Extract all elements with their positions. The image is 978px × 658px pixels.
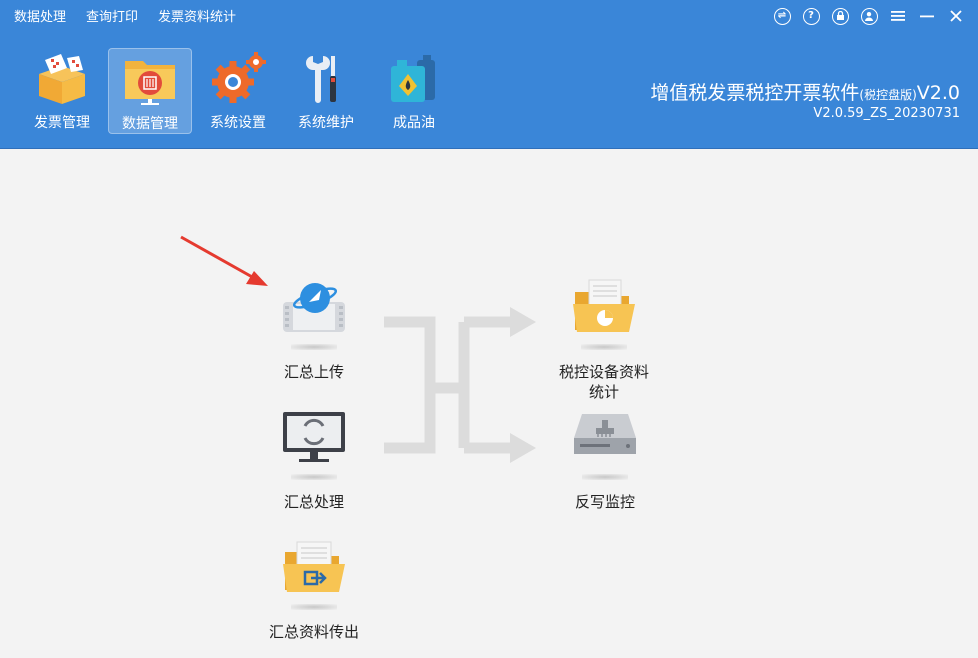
summary-process-label: 汇总处理 bbox=[283, 493, 344, 511]
app-edition: (税控盘版) bbox=[859, 88, 917, 102]
toolbar-label: 系统维护 bbox=[298, 115, 354, 131]
main-toolbar: 发票管理 数据管理 系统设置 系统维护 成品油 bbox=[20, 48, 456, 134]
user-icon[interactable] bbox=[859, 6, 879, 26]
app-title: 增值税发票税控开票软件(税控盘版)V2.0 bbox=[650, 78, 960, 105]
oil-can-icon bbox=[391, 55, 435, 102]
toolbar-label: 系统设置 bbox=[210, 115, 266, 131]
icon-shadow bbox=[291, 344, 337, 350]
data-folder-icon bbox=[125, 61, 175, 105]
tools-icon bbox=[306, 56, 336, 103]
minimize-icon[interactable] bbox=[917, 6, 937, 26]
menu-invoice-stats[interactable]: 发票资料统计 bbox=[158, 9, 236, 27]
disk-drive-icon bbox=[574, 414, 636, 454]
toolbar-data-management[interactable]: 数据管理 bbox=[108, 48, 192, 134]
summary-process-button[interactable]: 汇总处理 bbox=[277, 408, 351, 512]
menu-data-processing[interactable]: 数据处理 bbox=[14, 9, 66, 27]
device-stats-label-line2: 统计 bbox=[588, 383, 619, 401]
invoice-box-icon bbox=[39, 54, 85, 104]
data-management-panel: 汇总上传 汇总处理 汇总资料传出 税控设备资料 统计 反写监控 bbox=[0, 150, 978, 658]
write-back-monitor-button[interactable]: 反写监控 bbox=[568, 408, 642, 512]
app-title-text: 增值税发票税控开票软件 bbox=[650, 82, 860, 104]
icon-shadow bbox=[291, 604, 337, 610]
summary-export-label: 汇总资料传出 bbox=[268, 623, 359, 641]
app-header: 数据处理 查询打印 发票资料统计 ⇌ ? 发票管理 数据管理 系统设置 系统维护… bbox=[0, 0, 978, 149]
toolbar-label: 数据管理 bbox=[122, 116, 178, 132]
lock-icon[interactable] bbox=[830, 6, 850, 26]
summary-upload-label: 汇总上传 bbox=[283, 363, 344, 381]
menu-icon[interactable] bbox=[888, 6, 908, 26]
device-stats-label: 税控设备资料 统计 bbox=[559, 362, 649, 402]
stats-folder-icon bbox=[573, 279, 635, 332]
icon-shadow bbox=[291, 474, 337, 480]
upload-globe-icon bbox=[283, 283, 345, 332]
icon-shadow bbox=[581, 344, 627, 350]
app-title-suffix: V2.0 bbox=[916, 82, 960, 104]
summary-upload-button[interactable]: 汇总上传 bbox=[277, 278, 351, 382]
menu-query-print[interactable]: 查询打印 bbox=[86, 9, 138, 27]
toolbar-label: 成品油 bbox=[393, 115, 435, 131]
toolbar-refined-oil[interactable]: 成品油 bbox=[372, 48, 456, 134]
gears-icon bbox=[212, 52, 266, 103]
write-back-monitor-label: 反写监控 bbox=[574, 493, 635, 511]
exchange-icon[interactable]: ⇌ bbox=[772, 6, 792, 26]
toolbar-label: 发票管理 bbox=[34, 115, 90, 131]
export-folder-icon bbox=[283, 541, 345, 592]
annotation-arrow bbox=[180, 235, 268, 286]
summary-export-button[interactable]: 汇总资料传出 bbox=[260, 538, 368, 642]
toolbar-system-settings[interactable]: 系统设置 bbox=[196, 48, 280, 134]
monitor-refresh-icon bbox=[283, 412, 345, 462]
toolbar-invoice-management[interactable]: 发票管理 bbox=[20, 48, 104, 134]
close-icon[interactable] bbox=[946, 6, 966, 26]
device-stats-button[interactable]: 税控设备资料 统计 bbox=[550, 278, 658, 402]
app-version: V2.0.59_ZS_20230731 bbox=[813, 106, 960, 121]
toolbar-system-maintenance[interactable]: 系统维护 bbox=[284, 48, 368, 134]
window-controls: ⇌ ? bbox=[772, 6, 966, 26]
help-icon[interactable]: ? bbox=[801, 6, 821, 26]
icon-shadow bbox=[582, 474, 628, 480]
top-menu: 数据处理 查询打印 发票资料统计 bbox=[14, 9, 236, 27]
device-stats-label-line1: 税控设备资料 bbox=[558, 363, 649, 381]
